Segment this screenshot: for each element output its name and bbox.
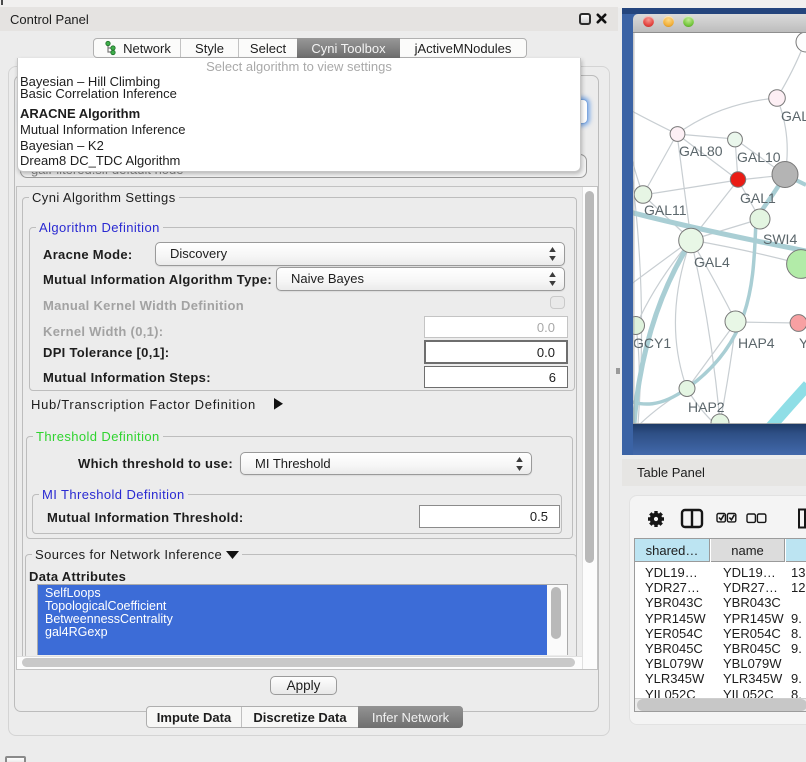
svg-text:HAP4: HAP4 bbox=[738, 335, 775, 351]
svg-text:GAL2: GAL2 bbox=[781, 108, 806, 124]
svg-text:GAL1: GAL1 bbox=[740, 190, 776, 206]
svg-text:GAL80: GAL80 bbox=[679, 143, 723, 159]
svg-text:GAL4: GAL4 bbox=[694, 254, 730, 270]
svg-text:SWI4: SWI4 bbox=[763, 231, 797, 247]
svg-text:YJ: YJ bbox=[799, 335, 806, 351]
svg-text:GAL11: GAL11 bbox=[644, 202, 687, 218]
svg-text:HAP2: HAP2 bbox=[688, 399, 725, 415]
svg-text:GCY1: GCY1 bbox=[633, 335, 671, 351]
svg-text:GAL10: GAL10 bbox=[737, 149, 781, 165]
